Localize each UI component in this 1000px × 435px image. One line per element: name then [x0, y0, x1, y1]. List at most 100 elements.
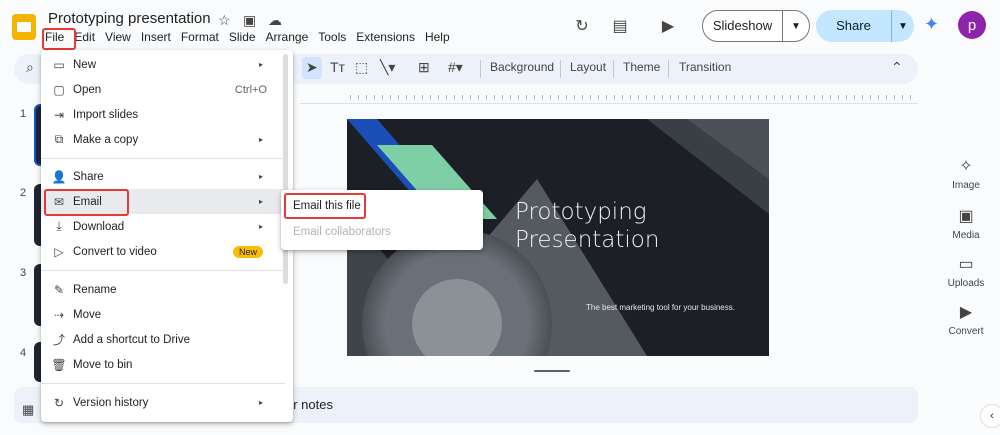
email-this-file-highlight — [284, 193, 366, 219]
rename-icon: ✎ — [53, 282, 65, 297]
image-tool-icon[interactable]: ⬚ — [355, 59, 368, 76]
grid-view-icon[interactable]: ▦ — [22, 402, 34, 418]
collapse-toolbar-icon[interactable]: ⌃ — [891, 59, 903, 76]
slide-number: 2 — [20, 187, 27, 199]
version-history-icon[interactable]: ↻ — [570, 14, 594, 38]
file-menu-highlight — [42, 28, 76, 50]
document-title[interactable]: Prototyping presentation — [48, 10, 211, 27]
menu-item-label: Download — [73, 220, 125, 233]
star-icon[interactable]: ☆ — [218, 12, 231, 29]
folder-icon: ▭ — [958, 256, 974, 273]
share-label: Share — [816, 10, 892, 42]
menu-item-open[interactable]: ▢ Open Ctrl+O — [41, 77, 285, 102]
theme-button[interactable]: Theme — [623, 60, 660, 74]
import-icon: ⇥ — [53, 107, 65, 122]
cursor-icon[interactable]: ➤ — [306, 59, 318, 76]
slideshow-label: Slideshow — [703, 11, 783, 41]
menu-bar: File Edit View Insert Format Slide Arran… — [40, 30, 455, 46]
menu-item-convert-to-video[interactable]: ▷ Convert to video New — [41, 239, 285, 264]
submenu-arrow-icon: ▸ — [258, 172, 263, 181]
slides-logo[interactable] — [12, 14, 36, 40]
chevron-down-icon[interactable]: ▼ — [783, 21, 809, 32]
toolbar-divider — [480, 60, 481, 78]
side-media-button[interactable]: ▣ Media — [940, 206, 992, 241]
file-menu: ▭ New ▸ ▢ Open Ctrl+O ⇥ Import slides ⧉ … — [41, 50, 293, 422]
chevron-left-icon[interactable]: ‹ — [980, 404, 1000, 428]
submenu-arrow-icon: ▸ — [258, 398, 263, 407]
drive-shortcut-icon: ⤴ — [52, 333, 65, 347]
menu-item-label: Move to bin — [73, 358, 133, 371]
submenu-arrow-icon: ▸ — [258, 60, 263, 69]
image-sparkle-icon: ✧ — [959, 158, 973, 175]
side-image-button[interactable]: ✧ Image — [940, 156, 992, 191]
submenu-arrow-icon: ▸ — [258, 222, 263, 231]
layout-button[interactable]: Layout — [570, 60, 606, 74]
history-icon: ↻ — [53, 395, 65, 410]
menu-item-new[interactable]: ▭ New ▸ — [41, 52, 285, 77]
move-folder-icon: ⇢ — [53, 307, 65, 322]
slide-title[interactable]: Prototyping Presentation — [515, 198, 755, 254]
menu-item-label: Move — [73, 308, 102, 321]
menu-item-download[interactable]: ⤓ Download ▸ — [41, 214, 285, 239]
slideshow-button[interactable]: Slideshow ▼ — [702, 10, 810, 42]
menu-slide[interactable]: Slide — [224, 30, 261, 46]
convert-video-icon: ▶ — [959, 304, 973, 321]
trash-icon: 🗑 — [51, 357, 67, 372]
menu-item-rename[interactable]: ✎ Rename — [41, 277, 285, 302]
menu-item-label: Make a copy — [73, 133, 139, 146]
menu-item-move[interactable]: ⇢ Move — [41, 302, 285, 327]
grid-format-icon[interactable]: #▾ — [448, 59, 463, 76]
insert-comment-icon[interactable]: ⊞ — [418, 59, 430, 76]
menu-arrange[interactable]: Arrange — [261, 30, 314, 46]
submenu-arrow-icon: ▸ — [258, 197, 263, 206]
menu-item-version-history[interactable]: ↻ Version history ▸ — [41, 390, 285, 415]
menu-extensions[interactable]: Extensions — [351, 30, 420, 46]
menu-insert[interactable]: Insert — [136, 30, 176, 46]
menu-item-label: Version history — [73, 396, 149, 409]
menu-item-share[interactable]: 👤 Share ▸ — [41, 164, 285, 189]
transition-button[interactable]: Transition — [679, 60, 731, 74]
menu-help[interactable]: Help — [420, 30, 455, 46]
move-folder-icon[interactable]: ▣ — [243, 12, 256, 29]
side-convert-button[interactable]: ▶ Convert — [940, 302, 992, 337]
slide-scroll-indicator[interactable] — [534, 370, 570, 372]
toolbar-divider — [560, 60, 561, 78]
side-convert-label: Convert — [948, 326, 984, 337]
menu-view[interactable]: View — [100, 30, 136, 46]
slide-subtitle[interactable]: The best marketing tool for your busines… — [586, 303, 735, 312]
new-icon: ▭ — [53, 57, 65, 72]
meet-video-icon[interactable]: ▶ — [650, 14, 686, 38]
cloud-status-icon: ☁ — [268, 12, 282, 28]
background-button[interactable]: Background — [490, 60, 554, 74]
side-uploads-button[interactable]: ▭ Uploads — [940, 254, 992, 289]
menu-divider — [41, 270, 285, 271]
gemini-sparkle-icon[interactable]: ✦ — [924, 14, 939, 35]
menu-item-import-slides[interactable]: ⇥ Import slides — [41, 102, 285, 127]
speaker-notes-placeholder[interactable]: er notes — [286, 397, 333, 412]
chevron-down-icon[interactable]: ▼ — [892, 21, 914, 32]
menu-divider — [41, 383, 285, 384]
side-uploads-label: Uploads — [947, 278, 985, 289]
comments-icon[interactable]: ▤ — [608, 14, 632, 38]
menu-tools[interactable]: Tools — [313, 30, 351, 46]
email-highlight — [44, 189, 129, 216]
menu-item-label: Rename — [73, 283, 117, 296]
share-person-icon: 👤 — [51, 169, 67, 184]
slides-app: Prototyping presentation ☆ ▣ ☁ File Edit… — [0, 0, 1000, 435]
share-button[interactable]: Share ▼ — [816, 10, 914, 42]
side-media-label: Media — [952, 230, 980, 241]
menu-format[interactable]: Format — [176, 30, 224, 46]
line-tool-icon[interactable]: ╲▾ — [380, 59, 395, 76]
menu-item-label: Import slides — [73, 108, 139, 121]
menu-item-label: Share — [73, 170, 104, 183]
textbox-icon[interactable]: Tт — [330, 59, 345, 75]
avatar[interactable]: p — [958, 11, 986, 39]
copy-icon: ⧉ — [54, 132, 64, 146]
menu-item-label: Convert to video — [73, 245, 157, 258]
menu-item-move-to-bin[interactable]: 🗑 Move to bin — [41, 352, 285, 377]
search-icon[interactable]: ⌕ — [26, 59, 34, 76]
menu-item-add-shortcut[interactable]: ⤴ Add a shortcut to Drive — [41, 327, 285, 352]
media-icon: ▣ — [958, 208, 974, 225]
slide-number: 3 — [20, 267, 27, 279]
menu-item-make-a-copy[interactable]: ⧉ Make a copy ▸ — [41, 127, 285, 152]
